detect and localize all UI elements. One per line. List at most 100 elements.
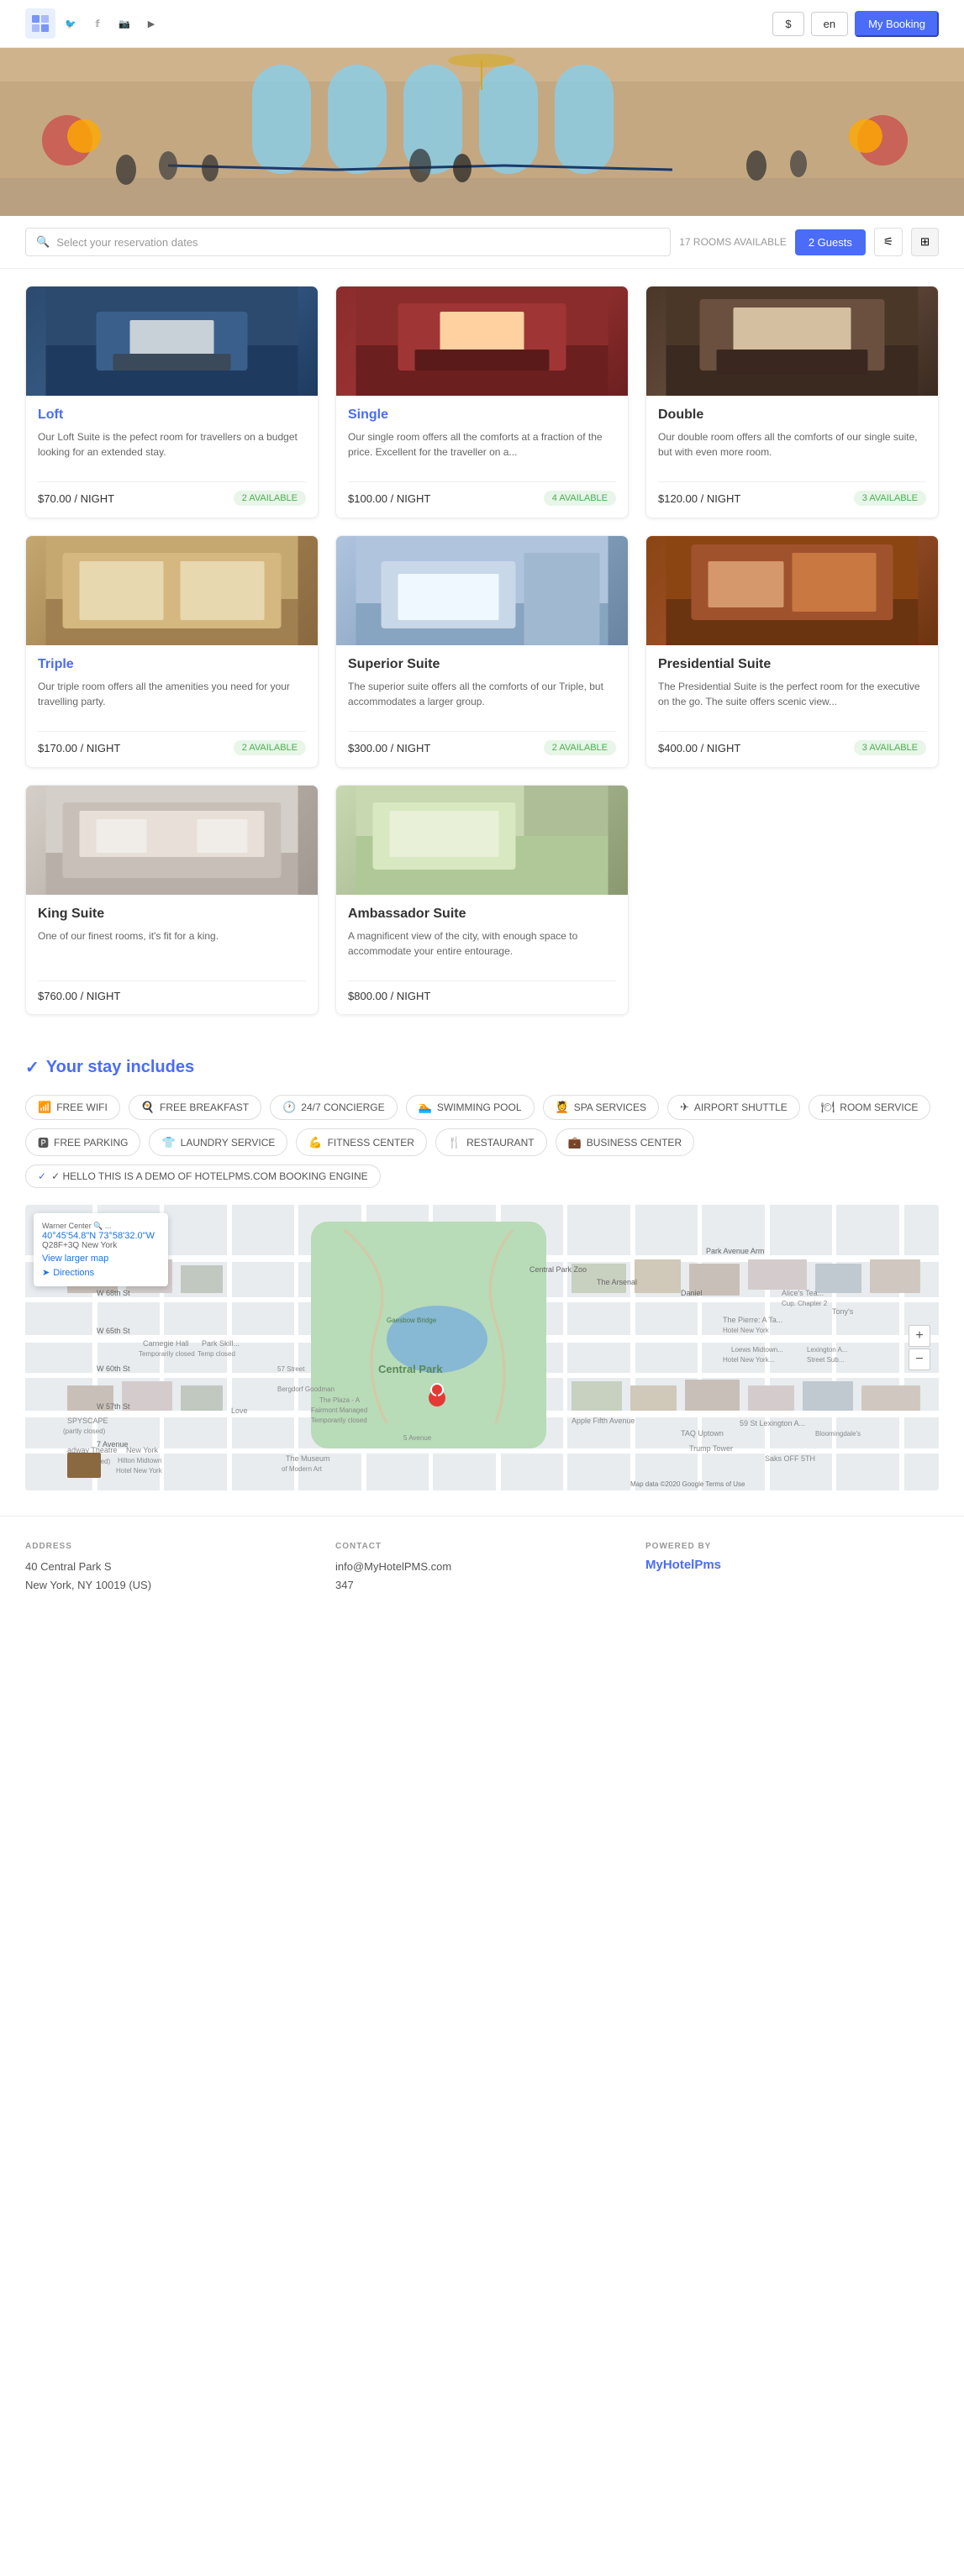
map-container[interactable]: W 68th St W 65th St W 60th St W 57th St …: [25, 1205, 939, 1490]
room-footer-double: $120.00 / NIGHT 3 AVAILABLE: [658, 481, 926, 506]
svg-text:Carnegie Hall: Carnegie Hall: [143, 1339, 189, 1348]
room-price-superior: $300.00 / NIGHT: [348, 742, 430, 754]
room-info-king: King Suite One of our finest rooms, it's…: [26, 895, 318, 1014]
amenity-concierge[interactable]: 🕐 24/7 CONCIERGE: [270, 1095, 398, 1120]
room-name-double: Double: [658, 407, 926, 423]
language-button[interactable]: en: [811, 12, 848, 36]
svg-text:Central Park Zoo: Central Park Zoo: [529, 1265, 587, 1274]
demo-check-icon: ✓: [38, 1170, 46, 1182]
room-card-loft[interactable]: Loft Our Loft Suite is the pefect room f…: [25, 286, 319, 518]
room-footer-superior: $300.00 / NIGHT 2 AVAILABLE: [348, 731, 616, 755]
twitter-icon[interactable]: 🐦: [62, 15, 79, 32]
svg-text:Park Skill...: Park Skill...: [202, 1339, 240, 1348]
room-card-ambassador[interactable]: Ambassador Suite A magnificent view of t…: [335, 785, 629, 1015]
svg-text:Fairmont Managed: Fairmont Managed: [311, 1406, 367, 1414]
svg-text:New York: New York: [126, 1446, 159, 1454]
amenity-spa[interactable]: 💆 SPA SERVICES: [543, 1095, 659, 1120]
amenity-business[interactable]: 💼 BUSINESS CENTER: [556, 1128, 695, 1156]
room-price-triple: $170.00 / NIGHT: [38, 742, 120, 754]
svg-text:Central Park: Central Park: [378, 1363, 443, 1375]
filter-button[interactable]: ⚟: [874, 228, 903, 256]
svg-text:Temporarily closed: Temporarily closed: [311, 1417, 367, 1424]
room-available-presidential: 3 AVAILABLE: [854, 740, 926, 755]
facebook-icon[interactable]: 𝕗: [89, 15, 106, 32]
svg-text:Hilton Midtown: Hilton Midtown: [118, 1457, 161, 1464]
amenity-room-service[interactable]: 🍽 ROOM SERVICE: [809, 1095, 931, 1120]
footer-powered: POWERED BY MyHotelPms: [645, 1542, 939, 1595]
svg-text:Tony's: Tony's: [832, 1307, 854, 1316]
room-card-single[interactable]: Single Our single room offers all the co…: [335, 286, 629, 518]
empty-cell: [645, 785, 939, 1015]
svg-text:Park Avenue Arm: Park Avenue Arm: [706, 1247, 764, 1255]
room-info-ambassador: Ambassador Suite A magnificent view of t…: [336, 895, 628, 1014]
room-image-double: [646, 287, 938, 396]
svg-text:W 57th St: W 57th St: [97, 1402, 130, 1411]
instagram-icon[interactable]: 📷: [116, 15, 133, 32]
room-info-double: Double Our double room offers all the co…: [646, 396, 938, 518]
amenity-wifi-label: FREE WIFI: [56, 1101, 108, 1113]
room-name-triple: Triple: [38, 657, 306, 672]
room-name-single: Single: [348, 407, 616, 423]
warner-center-label: Warner Center 🔍 ...: [42, 1222, 160, 1231]
svg-text:The Pierre: A Ta...: The Pierre: A Ta...: [723, 1316, 782, 1324]
guests-button[interactable]: 2 Guests: [795, 229, 866, 255]
room-card-king[interactable]: King Suite One of our finest rooms, it's…: [25, 785, 319, 1015]
room-card-triple[interactable]: Triple Our triple room offers all the am…: [25, 535, 319, 768]
amenity-shuttle-label: AIRPORT SHUTTLE: [694, 1101, 788, 1113]
room-footer-presidential: $400.00 / NIGHT 3 AVAILABLE: [658, 731, 926, 755]
room-card-double[interactable]: Double Our double room offers all the co…: [645, 286, 939, 518]
svg-text:Loews Midtown...: Loews Midtown...: [731, 1346, 783, 1354]
amenity-parking[interactable]: 🅿 FREE PARKING: [25, 1128, 140, 1156]
amenity-breakfast[interactable]: 🍳 FREE BREAKFAST: [129, 1095, 261, 1120]
room-name-ambassador: Ambassador Suite: [348, 907, 616, 922]
logo-icon: [25, 8, 55, 39]
amenity-business-label: BUSINESS CENTER: [587, 1137, 682, 1149]
svg-text:Hotel New York: Hotel New York: [723, 1327, 770, 1334]
includes-title-text: Your stay includes: [46, 1058, 194, 1077]
room-info-loft: Loft Our Loft Suite is the pefect room f…: [26, 396, 318, 518]
svg-text:Lexington A...: Lexington A...: [807, 1346, 847, 1354]
map-zoom-in-button[interactable]: +: [909, 1325, 930, 1347]
svg-text:SPYSCAPE: SPYSCAPE: [67, 1417, 108, 1425]
concierge-icon: 🕐: [282, 1101, 296, 1114]
room-desc-loft: Our Loft Suite is the pefect room for tr…: [38, 429, 306, 470]
demo-notice-text: ✓ HELLO THIS IS A DEMO OF HOTELPMS.COM B…: [51, 1170, 368, 1182]
logo-area: 🐦 𝕗 📷 ▶: [25, 8, 160, 39]
rooms-grid-row1: Loft Our Loft Suite is the pefect room f…: [25, 286, 939, 518]
room-card-superior[interactable]: Superior Suite The superior suite offers…: [335, 535, 629, 768]
room-price-single: $100.00 / NIGHT: [348, 492, 430, 505]
grid-icon: ⊞: [920, 235, 930, 248]
room-available-single: 4 AVAILABLE: [544, 491, 616, 506]
room-footer-king: $760.00 / NIGHT: [38, 980, 306, 1002]
room-footer-ambassador: $800.00 / NIGHT: [348, 980, 616, 1002]
amenity-pool[interactable]: 🏊 SWIMMING POOL: [406, 1095, 535, 1120]
includes-title: ✓ Your stay includes: [25, 1057, 939, 1078]
map-plus-code: Q28F+3Q New York: [42, 1241, 160, 1250]
breakfast-icon: 🍳: [141, 1101, 155, 1114]
map-directions-link[interactable]: ➤ Directions: [42, 1267, 160, 1278]
grid-view-button[interactable]: ⊞: [911, 228, 939, 256]
room-footer-loft: $70.00 / NIGHT 2 AVAILABLE: [38, 481, 306, 506]
amenity-fitness[interactable]: 💪 FITNESS CENTER: [296, 1128, 427, 1156]
currency-button[interactable]: $: [772, 12, 803, 36]
youtube-icon[interactable]: ▶: [143, 15, 160, 32]
map-section: W 68th St W 65th St W 60th St W 57th St …: [0, 1205, 964, 1516]
rooms-section: Loft Our Loft Suite is the pefect room f…: [0, 269, 964, 1032]
amenity-laundry[interactable]: 👕 LAUNDRY SERVICE: [149, 1128, 287, 1156]
room-service-icon: 🍽: [821, 1101, 835, 1114]
amenity-restaurant[interactable]: 🍴 RESTAURANT: [435, 1128, 547, 1156]
map-view-larger-link[interactable]: View larger map: [42, 1254, 160, 1264]
svg-text:Saks OFF 5TH: Saks OFF 5TH: [765, 1454, 815, 1463]
my-booking-button[interactable]: My Booking: [855, 11, 939, 37]
room-available-double: 3 AVAILABLE: [854, 491, 926, 506]
map-zoom-out-button[interactable]: −: [909, 1348, 930, 1370]
amenity-wifi[interactable]: 📶 FREE WIFI: [25, 1095, 120, 1120]
date-search-input[interactable]: 🔍 Select your reservation dates: [25, 228, 671, 256]
amenity-shuttle[interactable]: ✈ AIRPORT SHUTTLE: [667, 1095, 800, 1120]
room-card-presidential[interactable]: Presidential Suite The Presidential Suit…: [645, 535, 939, 768]
svg-text:The Arsenal: The Arsenal: [597, 1278, 637, 1286]
amenity-laundry-label: LAUNDRY SERVICE: [181, 1137, 276, 1149]
amenity-restaurant-label: RESTAURANT: [466, 1137, 534, 1149]
powered-brand[interactable]: MyHotelPms: [645, 1558, 939, 1572]
spa-icon: 💆: [556, 1101, 569, 1114]
